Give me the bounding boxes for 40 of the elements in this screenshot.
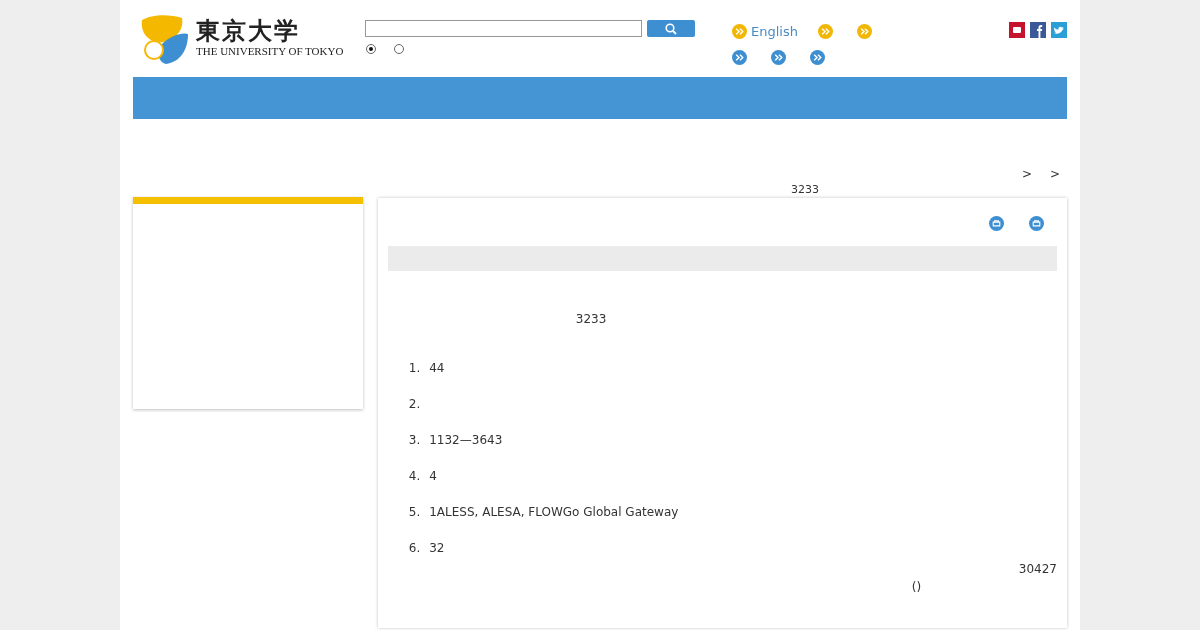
nav-link[interactable] [856,22,872,42]
search-field[interactable] [365,20,642,37]
chevron-circle-icon [856,24,872,40]
content-heading: 3233 [575,312,607,326]
list-item-text: 32 [429,540,445,557]
print-icon[interactable] [1029,216,1044,231]
chevron-circle-icon [817,24,833,40]
bird-icon[interactable] [1051,22,1067,38]
nav-link[interactable] [771,49,786,65]
list-item-text: 1ALESS, ALESA, FLOWGo Global Gateway [429,504,679,521]
nav-link[interactable] [810,49,825,65]
list-item-text: 44 [429,360,445,377]
video-icon[interactable] [1009,22,1025,38]
university-name: 東京大学 [196,17,301,45]
list-number: 6. [408,540,421,557]
ginkgo-leaf-logo-icon [140,14,188,64]
nav-link[interactable]: English [732,22,798,42]
facebook-icon[interactable] [1030,22,1046,38]
list-number: 2. [408,396,421,413]
breadcrumb-separator: > [1049,167,1060,181]
breadcrumb-separator: > [1021,167,1032,181]
page-number: 3233 [791,183,819,196]
list-number: 4. [408,468,421,485]
chevron-circle-icon [810,49,825,65]
chevron-circle-icon [732,24,747,40]
list-item-text: 4 [429,468,437,485]
university-name-english: THE UNIVERSITY OF TOKYO [196,45,344,57]
date-text: 30427 [1018,561,1057,578]
list-item-text: 1132—3643 [429,432,503,449]
search-button[interactable] [647,20,695,37]
nav-link[interactable] [817,22,833,42]
nav-link[interactable] [732,49,747,65]
search-icon [665,22,677,35]
chevron-circle-icon [732,49,747,65]
chevron-circle-icon [771,49,786,65]
list-number: 5. [408,504,421,521]
list-number: 1. [408,360,421,377]
print-icon[interactable] [989,216,1004,231]
list-number: 3. [408,432,421,449]
note-text: () [911,580,922,594]
